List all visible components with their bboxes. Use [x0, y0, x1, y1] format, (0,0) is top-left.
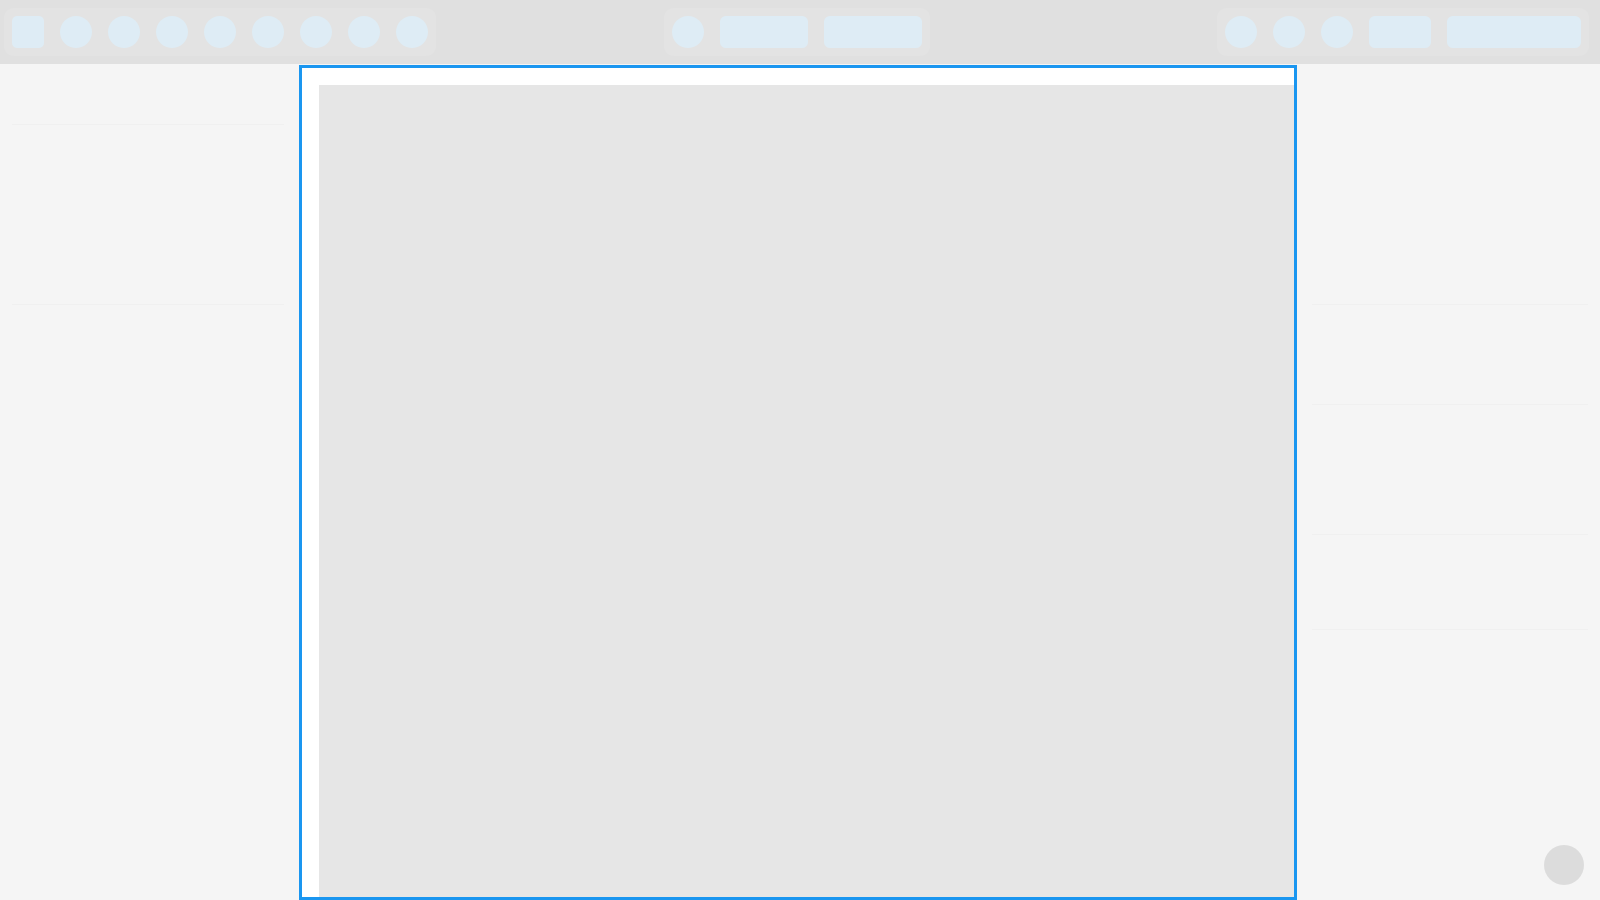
top-toolbar — [0, 0, 1600, 64]
tool-button-4[interactable] — [204, 16, 236, 48]
left-panel — [0, 64, 296, 900]
tool-button-2[interactable] — [108, 16, 140, 48]
panel-divider — [1312, 404, 1588, 405]
tool-button-8[interactable] — [396, 16, 428, 48]
action-button-3[interactable] — [1321, 16, 1353, 48]
primary-button[interactable] — [1447, 16, 1581, 48]
view-option-button-2[interactable] — [824, 16, 922, 48]
ruler-top — [322, 68, 1294, 86]
tool-button-1[interactable] — [60, 16, 92, 48]
right-panel — [1300, 64, 1600, 900]
action-button-1[interactable] — [1225, 16, 1257, 48]
app-window — [0, 0, 1600, 900]
toolbar-left-group — [4, 8, 436, 56]
canvas-frame[interactable] — [299, 65, 1297, 900]
view-toggle-button[interactable] — [672, 16, 704, 48]
help-icon[interactable] — [1544, 845, 1584, 885]
toolbar-right-group — [1217, 8, 1589, 56]
action-button-2[interactable] — [1273, 16, 1305, 48]
panel-divider — [12, 124, 284, 125]
tool-button-3[interactable] — [156, 16, 188, 48]
canvas-area[interactable] — [319, 85, 1294, 897]
tool-button-6[interactable] — [300, 16, 332, 48]
panel-divider — [12, 304, 284, 305]
panel-divider — [1312, 629, 1588, 630]
tool-button-7[interactable] — [348, 16, 380, 48]
panel-divider — [1312, 304, 1588, 305]
toolbar-middle-group — [664, 8, 930, 56]
secondary-button[interactable] — [1369, 16, 1431, 48]
view-option-button-1[interactable] — [720, 16, 808, 48]
menu-button[interactable] — [12, 16, 44, 48]
panel-divider — [1312, 534, 1588, 535]
tool-button-5[interactable] — [252, 16, 284, 48]
